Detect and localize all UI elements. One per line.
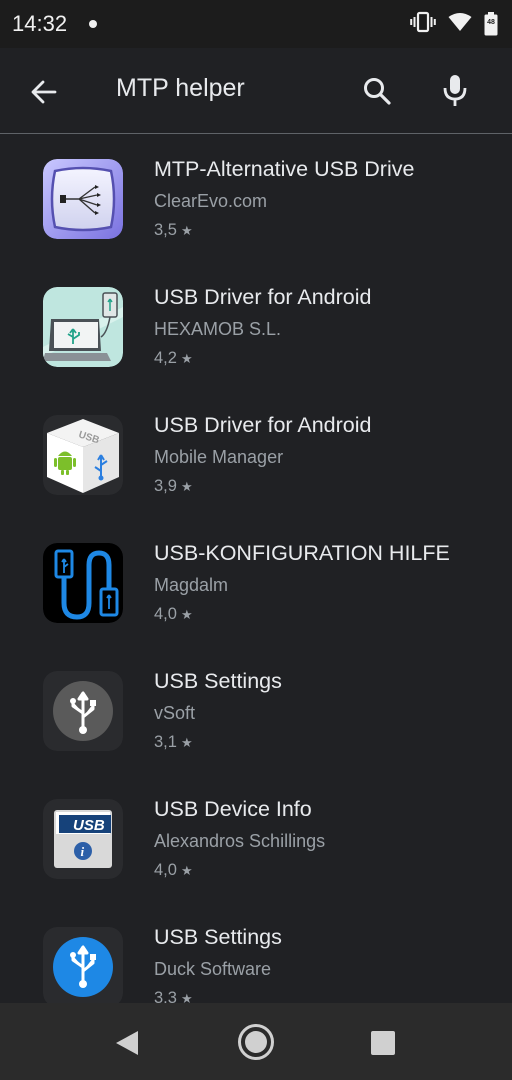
search-query[interactable]: MTP helper (116, 74, 245, 103)
usb-cable-icon (43, 543, 123, 623)
search-bar: MTP helper (0, 48, 512, 134)
usb-symbol-icon (43, 671, 123, 751)
app-title: USB Device Info (154, 797, 312, 821)
vibrate-icon (410, 11, 436, 38)
voice-search-button[interactable] (432, 68, 478, 114)
notification-dot-icon (89, 20, 97, 28)
app-developer: HEXAMOB S.L. (154, 319, 282, 339)
app-developer: Magdalm (154, 575, 229, 595)
navigation-bar (0, 1003, 512, 1080)
rating-value: 3,5 (154, 221, 177, 239)
square-recents-icon (371, 1031, 395, 1055)
star-icon: ★ (180, 862, 193, 878)
star-icon: ★ (180, 222, 193, 238)
rating-value: 4,0 (154, 861, 177, 879)
app-title: USB Settings (154, 925, 282, 949)
result-item[interactable]: MTP-Alternative USB Drive ClearEvo.com 3… (0, 135, 512, 263)
result-item[interactable]: USB Settings vSoft 3,1 ★ (0, 647, 512, 775)
app-developer: vSoft (154, 703, 196, 723)
rating-value: 4,0 (154, 605, 177, 623)
nav-recents-button[interactable] (366, 1026, 400, 1060)
app-developer: Alexandros Schillings (154, 831, 326, 851)
rating-value: 3,9 (154, 477, 177, 495)
status-time: 14:32 (12, 11, 68, 36)
app-rating: 4,2 ★ (154, 349, 193, 368)
result-item[interactable]: USB Driver for Android HEXAMOB S.L. 4,2 … (0, 263, 512, 391)
app-rating: 3,3 ★ (154, 989, 193, 1003)
arrow-back-icon (31, 80, 57, 104)
app-title: USB Driver for Android (154, 413, 372, 437)
svg-text:i: i (81, 844, 85, 859)
result-item[interactable]: USB Settings Duck Software 3,3 ★ (0, 903, 512, 1003)
battery-icon: 48 (484, 12, 498, 36)
app-developer: ClearEvo.com (154, 191, 268, 211)
star-icon: ★ (180, 478, 193, 494)
laptop-usb-icon (43, 287, 123, 367)
nav-back-button[interactable] (110, 1026, 144, 1060)
app-rating: 4,0 ★ (154, 861, 193, 880)
usb-cube-icon: USB (43, 415, 123, 495)
app-title: USB Driver for Android (154, 285, 372, 309)
nav-home-button[interactable] (237, 1023, 275, 1061)
svg-text:USB: USB (73, 817, 105, 834)
rating-value: 4,2 (154, 349, 177, 367)
search-results: MTP-Alternative USB Drive ClearEvo.com 3… (0, 135, 512, 1003)
rating-value: 3,3 (154, 989, 177, 1003)
app-title: USB-KONFIGURATION HILFE (154, 541, 450, 565)
search-icon (364, 78, 391, 105)
app-title: USB Settings (154, 669, 282, 693)
status-icons: 48 (410, 10, 498, 38)
search-button[interactable] (354, 68, 400, 114)
app-rating: 3,1 ★ (154, 733, 193, 752)
back-button[interactable] (22, 70, 66, 114)
triangle-back-icon (116, 1031, 138, 1055)
app-rating: 4,0 ★ (154, 605, 193, 624)
wifi-icon (448, 12, 472, 37)
app-rating: 3,5 ★ (154, 221, 193, 240)
home-circle-icon (238, 1024, 274, 1060)
app-developer: Mobile Manager (154, 447, 284, 467)
result-item[interactable]: USB USB Driver for Android Mobile Manage… (0, 391, 512, 519)
app-developer: Duck Software (154, 959, 272, 979)
rating-value: 3,1 (154, 733, 177, 751)
result-item[interactable]: USB i USB Device Info Alexandros Schilli… (0, 775, 512, 903)
mic-icon (443, 75, 467, 106)
usb-settings-icon (43, 927, 123, 1003)
app-title: MTP-Alternative USB Drive (154, 157, 415, 181)
result-item[interactable]: USB-KONFIGURATION HILFE Magdalm 4,0 ★ (0, 519, 512, 647)
usb-info-icon: USB i (43, 799, 123, 879)
star-icon: ★ (180, 734, 193, 750)
usb-drive-icon (43, 159, 123, 239)
star-icon: ★ (180, 990, 193, 1004)
status-bar: 14:32 48 (0, 0, 512, 48)
app-rating: 3,9 ★ (154, 477, 193, 496)
star-icon: ★ (180, 606, 193, 622)
battery-level: 48 (487, 19, 495, 26)
star-icon: ★ (180, 350, 193, 366)
